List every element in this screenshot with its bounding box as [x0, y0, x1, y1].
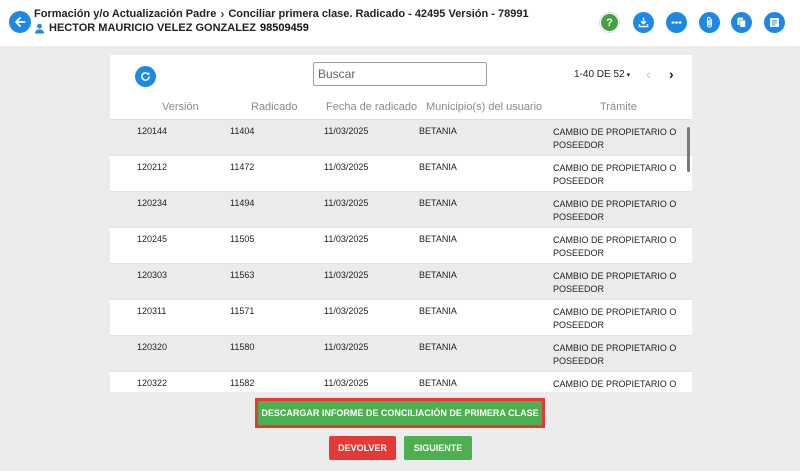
table-row[interactable]: 120303 11563 11/03/2025 BETANIA CAMBIO D… [110, 264, 692, 300]
table-scrollbar[interactable] [687, 127, 690, 172]
cell-tramite: CAMBIO DE PROPIETARIO O POSEEDOR [553, 307, 677, 330]
download-report-button[interactable]: DESCARGAR INFORME DE CONCILIACIÓN DE PRI… [255, 398, 545, 428]
cell-municipio: BETANIA [419, 198, 457, 208]
cell-radicado: 11580 [230, 342, 255, 352]
cell-radicado: 11404 [230, 126, 255, 136]
help-icon: ? [601, 14, 618, 31]
column-fecha[interactable]: Fecha de radicado [326, 101, 417, 113]
user-id: 98509459 [259, 22, 309, 34]
cell-radicado: 11563 [230, 270, 255, 280]
copy-button[interactable] [731, 12, 752, 33]
cell-version: 120320 [137, 342, 168, 352]
cell-version: 120212 [137, 162, 168, 172]
column-version[interactable]: Versión [162, 101, 199, 113]
cell-municipio: BETANIA [419, 126, 457, 136]
download-icon [638, 17, 649, 28]
cell-fecha: 11/03/2025 [324, 126, 369, 136]
column-tramite[interactable]: Trámite [600, 101, 637, 113]
breadcrumb-parent[interactable]: Formación y/o Actualización Padre [34, 8, 216, 20]
user-info: HECTOR MAURICIO VELEZ GONZALEZ 98509459 [34, 22, 309, 34]
table-row[interactable]: 120212 11472 11/03/2025 BETANIA CAMBIO D… [110, 156, 692, 192]
chevron-right-icon: › [220, 7, 225, 21]
cell-radicado: 11571 [230, 306, 255, 316]
table-row[interactable]: 120234 11494 11/03/2025 BETANIA CAMBIO D… [110, 192, 692, 228]
results-panel: 1-40 DE 52 ▾ ‹ › Versión Radicado Fecha … [110, 55, 692, 392]
cell-radicado: 11472 [230, 162, 255, 172]
more-button[interactable] [666, 12, 687, 33]
table-row[interactable]: 120245 11505 11/03/2025 BETANIA CAMBIO D… [110, 228, 692, 264]
cell-version: 120234 [137, 198, 168, 208]
cell-fecha: 11/03/2025 [324, 378, 369, 388]
table-body: 120144 11404 11/03/2025 BETANIA CAMBIO D… [110, 120, 692, 392]
chevron-left-icon[interactable]: ‹ [646, 66, 651, 82]
cell-version: 120303 [137, 270, 168, 280]
cell-tramite: CAMBIO DE PROPIETARIO O POSEEDOR [553, 343, 677, 366]
cell-tramite: CAMBIO DE PROPIETARIO O POSEEDOR [553, 235, 677, 258]
chevron-right-icon[interactable]: › [669, 66, 674, 82]
cell-fecha: 11/03/2025 [324, 198, 369, 208]
cell-fecha: 11/03/2025 [324, 306, 369, 316]
cell-municipio: BETANIA [419, 270, 457, 280]
cell-fecha: 11/03/2025 [324, 342, 369, 352]
download-report-label: DESCARGAR INFORME DE CONCILIACIÓN DE PRI… [258, 401, 542, 425]
app-header: Formación y/o Actualización Padre › Conc… [0, 0, 800, 46]
cell-radicado: 11494 [230, 198, 255, 208]
notes-button[interactable] [764, 12, 785, 33]
cell-version: 120322 [137, 378, 168, 388]
cell-tramite: CAMBIO DE PROPIETARIO O POSEEDOR [553, 163, 677, 186]
cell-municipio: BETANIA [419, 342, 457, 352]
cell-municipio: BETANIA [419, 234, 457, 244]
cell-radicado: 11505 [230, 234, 255, 244]
download-button[interactable] [633, 12, 654, 33]
cell-version: 120245 [137, 234, 168, 244]
cell-municipio: BETANIA [419, 306, 457, 316]
table-row[interactable]: 120311 11571 11/03/2025 BETANIA CAMBIO D… [110, 300, 692, 336]
cell-version: 120311 [137, 306, 167, 316]
help-button[interactable]: ? [599, 12, 620, 33]
more-icon [671, 21, 682, 24]
table-row[interactable]: 120144 11404 11/03/2025 BETANIA CAMBIO D… [110, 120, 692, 156]
column-municipio[interactable]: Municipio(s) del usuario [426, 101, 542, 113]
attach-button[interactable] [699, 12, 720, 33]
cell-tramite: CAMBIO DE PROPIETARIO O POSEEDOR [553, 379, 677, 389]
person-icon [34, 23, 45, 34]
copy-icon [737, 17, 746, 28]
table-header: Versión Radicado Fecha de radicado Munic… [110, 95, 692, 120]
table-row[interactable]: 120320 11580 11/03/2025 BETANIA CAMBIO D… [110, 336, 692, 372]
cell-tramite: CAMBIO DE PROPIETARIO O POSEEDOR [553, 127, 677, 150]
column-radicado[interactable]: Radicado [251, 101, 297, 113]
refresh-button[interactable] [135, 66, 156, 87]
cell-municipio: BETANIA [419, 378, 457, 388]
search-input[interactable] [313, 62, 487, 86]
refresh-icon [141, 72, 150, 81]
table-row[interactable]: 120322 11582 11/03/2025 BETANIA CAMBIO D… [110, 372, 692, 392]
cell-fecha: 11/03/2025 [324, 162, 369, 172]
cell-fecha: 11/03/2025 [324, 234, 369, 244]
back-button[interactable] [9, 11, 31, 33]
notes-icon [770, 18, 779, 27]
pagination-label: 1-40 DE 52 [574, 69, 625, 80]
arrow-left-icon [14, 16, 26, 28]
siguiente-button[interactable]: SIGUIENTE [404, 436, 472, 460]
cell-version: 120144 [137, 126, 168, 136]
devolver-button[interactable]: DEVOLVER [329, 436, 396, 460]
cell-municipio: BETANIA [419, 162, 457, 172]
user-name: HECTOR MAURICIO VELEZ GONZALEZ [49, 22, 256, 34]
attach-icon [706, 17, 713, 28]
breadcrumb-current: Conciliar primera clase. Radicado - 4249… [228, 8, 529, 20]
cell-fecha: 11/03/2025 [324, 270, 369, 280]
breadcrumb: Formación y/o Actualización Padre › Conc… [34, 7, 529, 21]
cell-tramite: CAMBIO DE PROPIETARIO O POSEEDOR [553, 199, 677, 222]
caret-down-icon: ▾ [626, 71, 631, 79]
pagination-range[interactable]: 1-40 DE 52 ▾ [574, 69, 630, 80]
cell-tramite: CAMBIO DE PROPIETARIO O POSEEDOR [553, 271, 677, 294]
cell-radicado: 11582 [230, 378, 255, 388]
